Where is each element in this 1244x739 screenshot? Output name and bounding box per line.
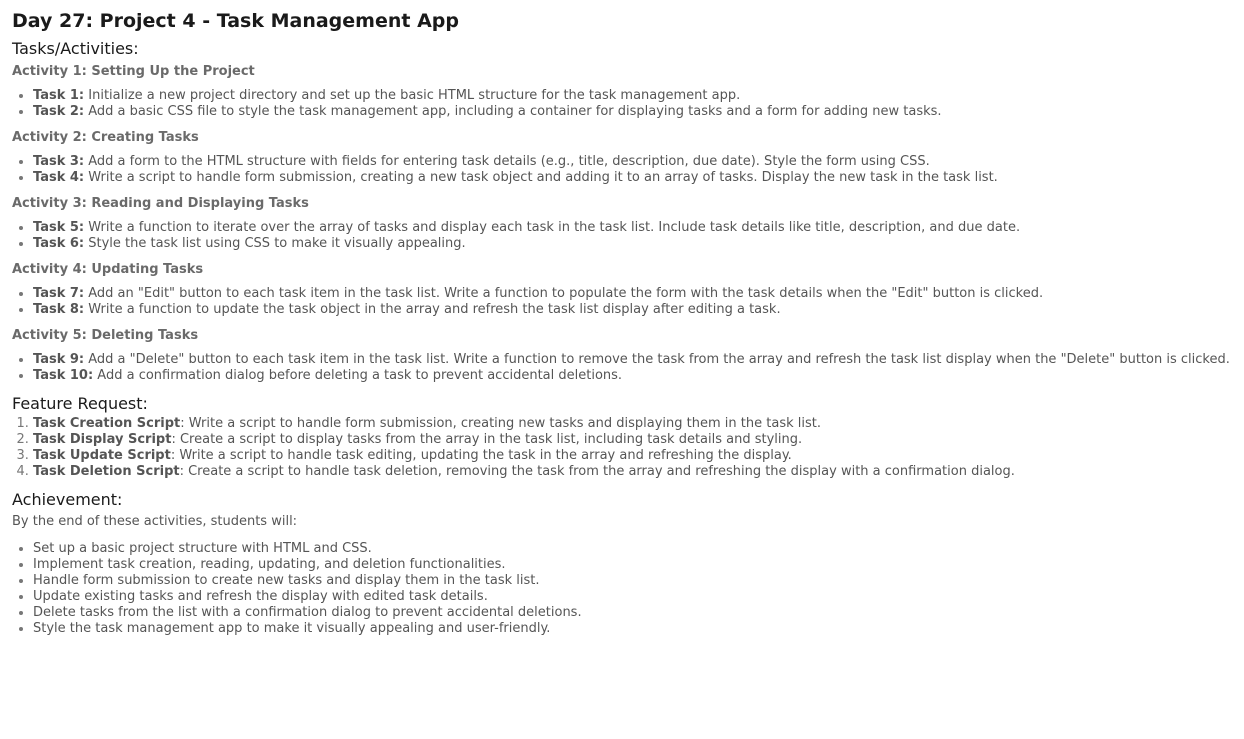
feature-text: : Write a script to handle task editing,… [170,448,792,463]
feature-request-heading: Feature Request: [12,394,148,413]
feature-text: : Create a script to display tasks from … [171,432,803,447]
list-item: Task 6: Style the task list using CSS to… [33,236,1232,252]
feature-text: : Write a script to handle form submissi… [180,416,821,431]
list-item: Task 7: Add an "Edit" button to each tas… [33,286,1232,302]
activity-1-task-list: Task 1: Initialize a new project directo… [12,88,1232,120]
tasks-heading: Tasks/Activities: [12,39,139,58]
list-item: Update existing tasks and refresh the di… [33,589,1232,605]
task-label: Task 10: [33,368,94,383]
activity-1-heading: Activity 1: Setting Up the Project [12,64,255,79]
list-item: Implement task creation, reading, updati… [33,557,1232,573]
task-text: Add a basic CSS file to style the task m… [84,104,942,119]
task-text: Style the task list using CSS to make it… [84,236,466,251]
activity-4-heading: Activity 4: Updating Tasks [12,262,204,277]
task-text: Write a function to iterate over the arr… [84,220,1021,235]
task-text: Add a form to the HTML structure with fi… [84,154,930,169]
task-label: Task 8: [33,302,85,317]
list-item: Task Deletion Script: Create a script to… [33,464,1232,480]
list-item: Task 8: Write a function to update the t… [33,302,1232,318]
feature-label: Task Deletion Script [33,464,180,479]
achievement-heading: Achievement: [12,490,123,509]
list-item: Handle form submission to create new tas… [33,573,1232,589]
achievement-intro: By the end of these activities, students… [12,514,298,529]
list-item: Task 2: Add a basic CSS file to style th… [33,104,1232,120]
task-label: Task 1: [33,88,85,103]
list-item: Delete tasks from the list with a confir… [33,605,1232,621]
list-item: Task Update Script: Write a script to ha… [33,448,1232,464]
task-text: Write a function to update the task obje… [84,302,781,317]
list-item: Task 1: Initialize a new project directo… [33,88,1232,104]
task-text: Add an "Edit" button to each task item i… [84,286,1044,301]
list-item: Task 10: Add a confirmation dialog befor… [33,368,1232,384]
task-label: Task 9: [33,352,85,367]
feature-label: Task Display Script [33,432,172,447]
task-label: Task 7: [33,286,85,301]
activity-2-heading: Activity 2: Creating Tasks [12,130,199,145]
activity-2-task-list: Task 3: Add a form to the HTML structure… [12,154,1232,186]
activity-5-task-list: Task 9: Add a "Delete" button to each ta… [12,352,1232,384]
feature-label: Task Creation Script [33,416,181,431]
list-item: Task 9: Add a "Delete" button to each ta… [33,352,1232,368]
page-title: Day 27: Project 4 - Task Management App [12,10,459,32]
activity-5-heading: Activity 5: Deleting Tasks [12,328,199,343]
feature-request-list: Task Creation Script: Write a script to … [12,416,1232,480]
list-item: Task 3: Add a form to the HTML structure… [33,154,1232,170]
list-item: Task Display Script: Create a script to … [33,432,1232,448]
list-item: Task 4: Write a script to handle form su… [33,170,1232,186]
task-text: Add a "Delete" button to each task item … [84,352,1230,367]
feature-label: Task Update Script [33,448,171,463]
list-item: Task 5: Write a function to iterate over… [33,220,1232,236]
task-label: Task 6: [33,236,85,251]
list-item: Task Creation Script: Write a script to … [33,416,1232,432]
feature-text: : Create a script to handle task deletio… [179,464,1015,479]
list-item: Style the task management app to make it… [33,621,1232,637]
task-label: Task 3: [33,154,85,169]
activity-3-task-list: Task 5: Write a function to iterate over… [12,220,1232,252]
activity-4-task-list: Task 7: Add an "Edit" button to each tas… [12,286,1232,318]
list-item: Set up a basic project structure with HT… [33,541,1232,557]
activity-3-heading: Activity 3: Reading and Displaying Tasks [12,196,309,211]
task-text: Initialize a new project directory and s… [84,88,741,103]
task-label: Task 5: [33,220,85,235]
task-label: Task 2: [33,104,85,119]
task-text: Write a script to handle form submission… [84,170,998,185]
achievement-list: Set up a basic project structure with HT… [12,541,1232,637]
document-page: Day 27: Project 4 - Task Management App … [0,0,1244,739]
task-label: Task 4: [33,170,85,185]
task-text: Add a confirmation dialog before deletin… [93,368,623,383]
